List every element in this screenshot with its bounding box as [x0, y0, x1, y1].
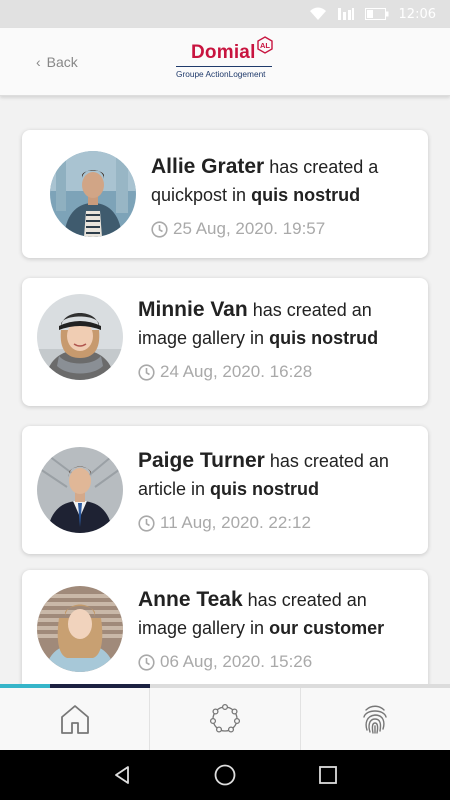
battery-icon: [364, 8, 389, 20]
status-bar: 12:06: [0, 0, 450, 28]
back-button[interactable]: ‹ Back: [36, 54, 78, 70]
clock-icon: [138, 363, 155, 381]
al-badge-icon: AL: [257, 36, 273, 54]
network-icon: [209, 703, 241, 733]
feed-item[interactable]: Allie Grater has created a quickpost in …: [22, 130, 428, 258]
fingerprint-icon: [363, 705, 388, 734]
timestamp: 11 Aug, 2020. 22:12: [138, 509, 410, 537]
bottom-nav: [0, 688, 450, 750]
feed-item[interactable]: Paige Turner has created an article in q…: [22, 426, 428, 554]
avatar[interactable]: [50, 151, 136, 237]
avatar[interactable]: [37, 294, 123, 380]
timestamp-text: 25 Aug, 2020. 19:57: [173, 219, 326, 238]
author-name[interactable]: Allie Grater: [151, 155, 264, 178]
avatar[interactable]: [37, 586, 123, 672]
author-name[interactable]: Minnie Van: [138, 298, 248, 321]
brand-name: Domial: [191, 42, 256, 63]
logo-divider: [176, 66, 272, 67]
clock-icon: [138, 514, 155, 532]
system-back-button[interactable]: [102, 755, 142, 795]
feed-item-text: Anne Teak has created an image gallery i…: [138, 586, 410, 676]
target-link[interactable]: quis nostrud: [269, 328, 378, 348]
nav-network[interactable]: [150, 688, 301, 750]
triangle-back-icon: [114, 766, 129, 784]
activity-feed: Allie Grater has created a quickpost in …: [0, 96, 450, 686]
brand-subtitle: Groupe ActionLogement: [176, 69, 266, 79]
back-label: Back: [46, 54, 78, 70]
timestamp-text: 06 Aug, 2020. 15:26: [160, 652, 313, 671]
clock-icon: [151, 220, 168, 238]
home-icon: [60, 705, 89, 734]
circle-home-icon: [214, 764, 236, 786]
timestamp-text: 11 Aug, 2020. 22:12: [160, 513, 311, 532]
nav-home[interactable]: [0, 688, 151, 750]
brand-badge-text: AL: [260, 41, 270, 50]
target-link[interactable]: our customer: [269, 618, 384, 638]
app-header: ‹ Back Domial AL Groupe ActionLogement: [0, 28, 450, 96]
timestamp: 24 Aug, 2020. 16:28: [138, 358, 410, 386]
signal-icon: [337, 8, 354, 20]
feed-item-text: Allie Grater has created a quickpost in …: [151, 153, 410, 243]
feed-item[interactable]: Minnie Van has created an image gallery …: [22, 278, 428, 406]
square-recents-icon: [319, 766, 338, 784]
target-link[interactable]: quis nostrud: [210, 479, 319, 499]
feed-item-text: Minnie Van has created an image gallery …: [138, 296, 410, 386]
clock-time: 12:06: [398, 6, 436, 22]
feed-item[interactable]: Anne Teak has created an image gallery i…: [22, 570, 428, 686]
brand-logo: Domial AL Groupe ActionLogement: [176, 36, 276, 84]
timestamp: 25 Aug, 2020. 19:57: [151, 215, 410, 243]
author-name[interactable]: Anne Teak: [138, 588, 243, 611]
author-name[interactable]: Paige Turner: [138, 449, 265, 472]
system-nav-bar: [0, 750, 450, 800]
timestamp-text: 24 Aug, 2020. 16:28: [160, 362, 313, 381]
chevron-left-icon: ‹: [36, 54, 41, 70]
avatar[interactable]: [37, 447, 123, 533]
target-link[interactable]: quis nostrud: [251, 185, 360, 205]
wifi-icon: [309, 7, 326, 20]
clock-icon: [138, 653, 155, 671]
feed-item-text: Paige Turner has created an article in q…: [138, 447, 410, 537]
nav-fingerprint[interactable]: [301, 688, 450, 750]
system-recents-button[interactable]: [308, 755, 348, 795]
system-home-button[interactable]: [205, 755, 245, 795]
timestamp: 06 Aug, 2020. 15:26: [138, 648, 410, 676]
